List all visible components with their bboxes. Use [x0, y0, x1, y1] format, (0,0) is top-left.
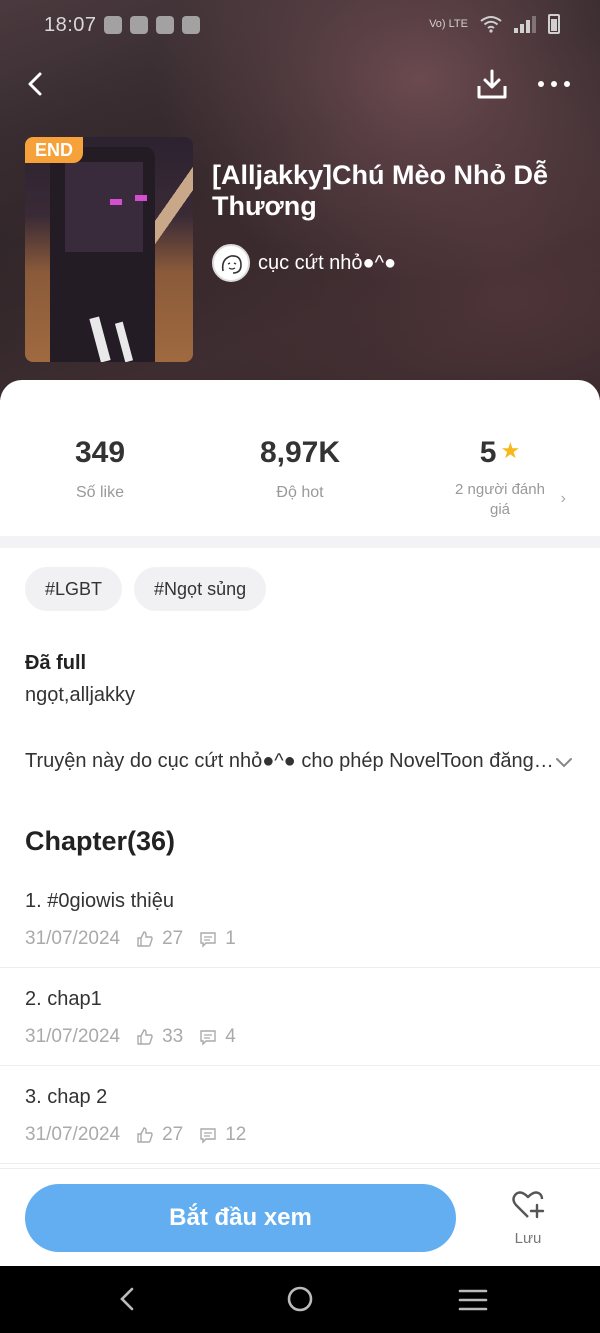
- facebook-icon: [130, 16, 148, 34]
- status-time: 18:07: [44, 14, 97, 36]
- end-badge: END: [25, 137, 84, 163]
- comment-icon: [200, 932, 216, 948]
- tag-chip[interactable]: #LGBT: [25, 567, 123, 611]
- chapter-row[interactable]: 3. chap 2 31/07/2024 27 12: [0, 1066, 600, 1164]
- chapter-meta: 31/07/2024 27 1: [25, 928, 236, 950]
- author-name: cục cứt nhỏ●^●: [258, 251, 397, 274]
- thumbs-up-icon: [137, 1127, 153, 1143]
- chapter-date: 31/07/2024: [25, 928, 121, 949]
- stats-row: 349 Số like 8,97K Độ hot 5 ★ 2 người đánh…: [0, 436, 600, 536]
- volte-label: Vo) LTE: [429, 18, 468, 30]
- chapter-likes: 33: [162, 1026, 184, 1047]
- more-horizontal-icon: [538, 81, 570, 87]
- chapter-list: 1. #0giowis thiệu 31/07/2024 27 1 2. cha…: [0, 870, 600, 1164]
- notification-icon: [104, 16, 122, 34]
- book-cover[interactable]: [25, 137, 193, 362]
- battery-icon: [548, 14, 560, 34]
- star-icon: ★: [500, 438, 521, 463]
- rating-value: 5: [479, 436, 497, 469]
- chapter-title: 2. chap1: [25, 988, 102, 1010]
- comment-icon: [200, 1128, 216, 1144]
- description: Truyện này do cục cứt nhỏ●^● cho phép No…: [25, 750, 555, 772]
- nav-recent-apps-icon[interactable]: [458, 1288, 488, 1312]
- chevron-right-icon: ›: [560, 490, 566, 507]
- stat-likes: 349 Số like: [0, 436, 200, 502]
- chapter-meta: 31/07/2024 27 12: [25, 1124, 246, 1146]
- nav-home-icon[interactable]: [286, 1284, 314, 1314]
- detail-card: 349 Số like 8,97K Độ hot 5 ★ 2 người đánh…: [0, 380, 600, 1280]
- chapter-comments: 12: [225, 1124, 247, 1145]
- book-title: [Alljakky]Chú Mèo Nhỏ Dễ Thương: [212, 160, 549, 221]
- heart-plus-icon: [512, 1191, 545, 1219]
- likes-count: 349: [74, 436, 126, 469]
- chapters-heading: Chapter(36): [25, 826, 176, 856]
- more-options-button[interactable]: [534, 66, 574, 102]
- start-reading-button[interactable]: Bắt đầu xem: [25, 1184, 456, 1252]
- likes-label: Số like: [75, 484, 125, 501]
- top-nav: [0, 60, 600, 108]
- thumbs-up-icon: [137, 1029, 153, 1045]
- messenger-icon: [182, 16, 200, 34]
- back-button[interactable]: [20, 66, 56, 102]
- chapter-title: 1. #0giowis thiệu: [25, 890, 174, 912]
- chapter-comments: 1: [225, 928, 236, 949]
- wifi-icon: [480, 16, 502, 33]
- chevron-left-icon: [28, 72, 42, 96]
- nav-back-icon[interactable]: [114, 1284, 142, 1314]
- rating-count-label: 2 người đánh giá: [455, 481, 545, 518]
- hero-header: 18:07 Vo) LTE END [Alljakky]Chú Mèo Nhỏ …: [0, 0, 600, 400]
- system-navbar: [0, 1266, 600, 1333]
- download-icon: [477, 69, 507, 99]
- expand-description-button[interactable]: [554, 752, 574, 772]
- hot-label: Độ hot: [276, 484, 324, 501]
- thumbs-up-icon: [137, 931, 153, 947]
- chapter-date: 31/07/2024: [25, 1124, 121, 1145]
- chapter-row[interactable]: 1. #0giowis thiệu 31/07/2024 27 1: [0, 870, 600, 968]
- chapter-likes: 27: [162, 928, 184, 949]
- section-divider: [0, 536, 600, 548]
- chapter-meta: 31/07/2024 33 4: [25, 1026, 236, 1048]
- status-bar: 18:07 Vo) LTE: [0, 0, 600, 52]
- facebook-icon: [156, 16, 174, 34]
- stat-rating[interactable]: 5 ★ 2 người đánh giá ›: [400, 436, 600, 520]
- save-button[interactable]: Lưu: [496, 1189, 560, 1253]
- completion-status: Đã full: [25, 652, 87, 674]
- notification-icons: [104, 16, 200, 34]
- stat-hot: 8,97K Độ hot: [200, 436, 400, 502]
- signal-icon: [514, 15, 536, 33]
- chapter-title: 3. chap 2: [25, 1086, 108, 1108]
- author-avatar: [212, 244, 250, 282]
- comment-icon: [200, 1030, 216, 1046]
- tag-chip[interactable]: #Ngọt sủng: [134, 567, 267, 611]
- hot-count: 8,97K: [259, 436, 341, 469]
- keywords: ngọt,alljakky: [25, 684, 136, 706]
- author-row[interactable]: cục cứt nhỏ●^●: [212, 244, 396, 282]
- bottom-action-bar: Bắt đầu xem Lưu: [0, 1168, 600, 1266]
- save-label: Lưu: [514, 1230, 542, 1247]
- chevron-down-icon: [556, 758, 572, 768]
- chapter-likes: 27: [162, 1124, 184, 1145]
- system-icons: Vo) LTE: [429, 14, 560, 34]
- tag-list: #LGBT #Ngọt sủng: [25, 567, 267, 611]
- chapter-row[interactable]: 2. chap1 31/07/2024 33 4: [0, 968, 600, 1066]
- chapter-date: 31/07/2024: [25, 1026, 121, 1047]
- chapter-comments: 4: [225, 1026, 236, 1047]
- download-button[interactable]: [474, 66, 514, 102]
